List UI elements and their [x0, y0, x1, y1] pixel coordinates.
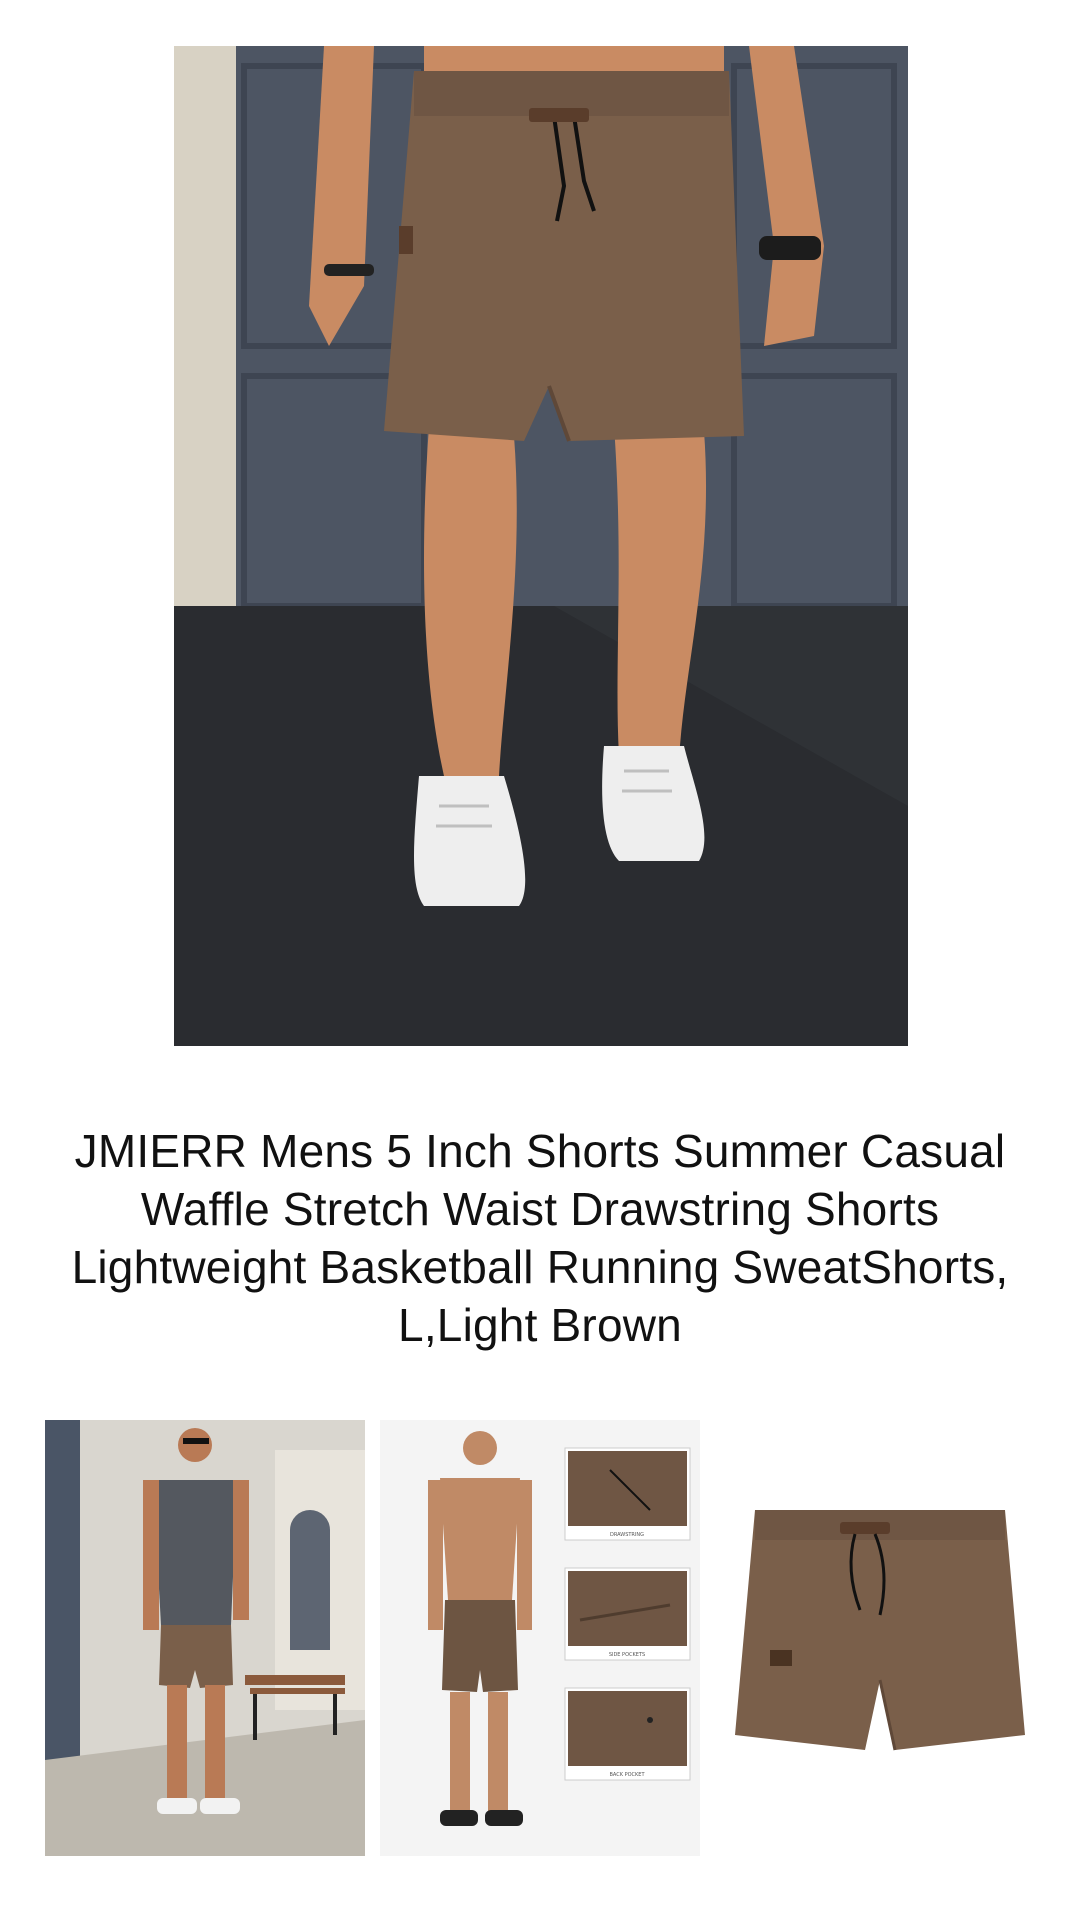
product-title: JMIERR Mens 5 Inch Shorts Summer Casual …	[71, 1125, 1009, 1351]
left-leg	[424, 426, 517, 776]
door	[45, 1420, 80, 1760]
model-torso	[440, 1478, 520, 1600]
bracelet	[324, 264, 374, 276]
hero-illustration	[174, 46, 908, 1046]
arched-window	[290, 1510, 330, 1650]
main-product-image[interactable]	[174, 46, 908, 1046]
thumbnail-details[interactable]: DRAWSTRING SIDE POCKETS BACK POCKET	[380, 1420, 700, 1856]
model-head	[463, 1431, 497, 1465]
shorts	[384, 71, 744, 441]
back-pocket-detail	[568, 1691, 687, 1766]
thumbnail-lifestyle[interactable]	[45, 1420, 365, 1856]
lifestyle-illustration	[45, 1420, 365, 1856]
head	[178, 1428, 212, 1462]
caption-drawstring: DRAWSTRING	[610, 1532, 644, 1538]
model-shoe	[440, 1810, 478, 1826]
bench	[245, 1675, 345, 1685]
leather-tag	[399, 226, 413, 254]
leather-tag-flat	[770, 1650, 792, 1666]
wristwatch	[759, 236, 821, 260]
tshirt	[153, 1480, 237, 1625]
thumbnail-flat-lay[interactable]	[715, 1420, 1035, 1856]
flat-lay-illustration	[715, 1420, 1035, 1856]
caption-back-pocket: BACK POCKET	[609, 1772, 645, 1778]
left-sneaker	[414, 776, 526, 906]
side-pocket-detail	[568, 1571, 687, 1646]
details-illustration: DRAWSTRING SIDE POCKETS BACK POCKET	[380, 1420, 700, 1856]
sneaker	[157, 1798, 197, 1814]
wall-pillar	[174, 46, 236, 606]
caption-side-pockets: SIDE POCKETS	[609, 1652, 645, 1658]
